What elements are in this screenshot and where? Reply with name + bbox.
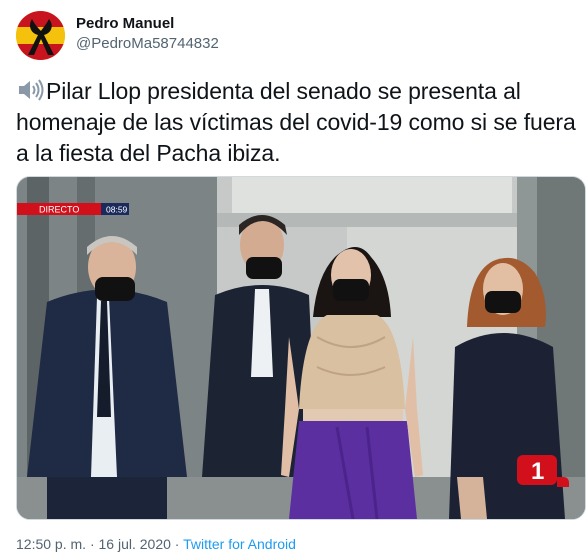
tweet: Pedro Manuel @PedroMa58744832 Pilar Llop… <box>0 0 586 559</box>
media-image: DIRECTO 08:59 1 <box>17 177 585 519</box>
separator: · <box>174 536 180 552</box>
tweet-media[interactable]: DIRECTO 08:59 1 <box>16 176 586 520</box>
tweet-time[interactable]: 12:50 p. m. <box>16 536 86 552</box>
tweet-meta: 12:50 p. m. · 16 jul. 2020 · Twitter for… <box>16 534 296 554</box>
speaker-icon <box>16 78 44 102</box>
handle[interactable]: @PedroMa58744832 <box>76 34 219 54</box>
live-label: DIRECTO <box>39 205 79 215</box>
tweet-date[interactable]: 16 jul. 2020 <box>99 536 171 552</box>
tweet-text: Pilar Llop presidenta del senado se pres… <box>16 78 576 166</box>
avatar[interactable] <box>16 11 65 60</box>
channel-logo-text: 1 <box>531 458 544 485</box>
source-link[interactable]: Twitter for Android <box>183 536 296 552</box>
tweet-text-block: Pilar Llop presidenta del senado se pres… <box>16 76 576 169</box>
separator: · <box>89 536 95 552</box>
avatar-image <box>16 11 65 60</box>
author-block: Pedro Manuel @PedroMa58744832 <box>76 15 219 54</box>
live-clock: 08:59 <box>106 205 128 215</box>
display-name[interactable]: Pedro Manuel <box>76 15 219 33</box>
